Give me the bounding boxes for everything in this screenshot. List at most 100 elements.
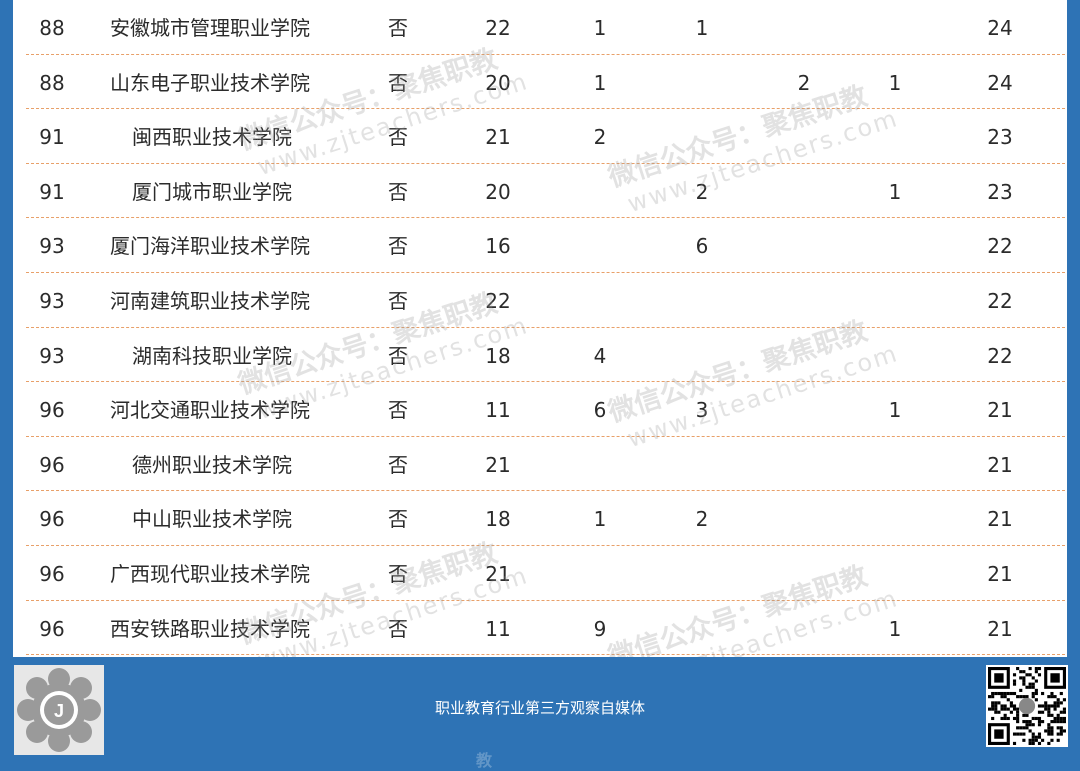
count-cell-2: 1	[593, 16, 607, 40]
rank-cell: 93	[39, 289, 65, 313]
table-row: 88 安徽城市管理职业学院 否 22 1 1 24	[26, 0, 1065, 55]
table-row: 91 厦门城市职业学院 否 20 2 1 23	[26, 164, 1065, 219]
table-row: 96 德州职业技术学院 否 21 21	[26, 437, 1065, 492]
flag-cell: 否	[388, 70, 408, 95]
flag-cell: 否	[388, 234, 408, 259]
count-cell-3	[676, 273, 728, 327]
count-cell-1: 20	[485, 179, 511, 204]
count-cell-5: 1	[888, 179, 902, 204]
count-cell-3	[676, 55, 728, 109]
school-name-cell: 广西现代职业技术学院	[110, 562, 310, 586]
flag-cell: 否	[388, 616, 408, 641]
count-cell-1: 21	[485, 125, 511, 150]
count-cell-2	[574, 546, 626, 600]
count-cell-3	[676, 546, 728, 600]
total-cell: 21	[987, 616, 1013, 641]
school-name-cell: 厦门海洋职业技术学院	[110, 234, 310, 259]
school-name-cell: 中山职业技术学院	[132, 507, 292, 532]
count-cell-1: 21	[485, 452, 511, 477]
count-cell-2	[574, 218, 626, 272]
rank-cell: 96	[39, 452, 65, 477]
rank-cell: 96	[39, 562, 65, 586]
rank-cell: 93	[39, 343, 65, 368]
rank-cell: 96	[39, 398, 65, 423]
count-cell-1: 16	[485, 234, 511, 259]
rank-cell: 93	[39, 234, 65, 259]
count-cell-3: 2	[695, 179, 709, 204]
table-row: 96 西安铁路职业技术学院 否 11 9 1 21	[26, 601, 1065, 656]
flag-cell: 否	[388, 398, 408, 423]
flag-cell: 否	[388, 507, 408, 532]
count-cell-4	[778, 546, 830, 600]
count-cell-1: 11	[485, 616, 511, 641]
footer-bar: J 职业教育行业第三方观察自媒体 教	[0, 657, 1080, 770]
footer-watermark-fragment: 教	[476, 751, 493, 770]
count-cell-4	[778, 328, 830, 382]
count-cell-2: 6	[593, 398, 607, 423]
flag-cell: 否	[388, 179, 408, 204]
table-row: 96 广西现代职业技术学院 否 21 21	[26, 546, 1065, 601]
total-cell: 22	[987, 234, 1013, 259]
count-cell-5: 1	[888, 70, 902, 95]
count-cell-3	[676, 328, 728, 382]
count-cell-4	[778, 491, 830, 545]
footer-slogan: 职业教育行业第三方观察自媒体	[434, 699, 645, 717]
count-cell-2: 4	[593, 343, 607, 368]
school-name-cell: 厦门城市职业学院	[132, 179, 292, 204]
count-cell-3: 6	[695, 234, 709, 259]
rank-cell: 88	[39, 16, 65, 40]
table-row: 91 闽西职业技术学院 否 21 2 23	[26, 109, 1065, 164]
count-cell-4	[778, 601, 830, 655]
table-row: 93 厦门海洋职业技术学院 否 16 6 22	[26, 218, 1065, 273]
total-cell: 23	[987, 125, 1013, 150]
count-cell-2: 1	[593, 70, 607, 95]
rank-cell: 96	[39, 616, 65, 641]
school-name-cell: 河北交通职业技术学院	[110, 398, 310, 423]
count-cell-4	[778, 273, 830, 327]
flag-cell: 否	[388, 452, 408, 477]
school-name-cell: 德州职业技术学院	[132, 452, 292, 477]
total-cell: 21	[987, 398, 1013, 423]
total-cell: 21	[987, 562, 1013, 586]
count-cell-1: 22	[485, 16, 511, 40]
flag-cell: 否	[388, 562, 408, 586]
count-cell-3	[676, 601, 728, 655]
flag-cell: 否	[388, 343, 408, 368]
count-cell-3: 2	[695, 507, 709, 532]
flag-cell: 否	[388, 16, 408, 40]
count-cell-1: 18	[485, 343, 511, 368]
count-cell-5	[869, 546, 921, 600]
count-cell-5	[869, 328, 921, 382]
count-cell-5	[869, 218, 921, 272]
total-cell: 23	[987, 179, 1013, 204]
school-name-cell: 西安铁路职业技术学院	[110, 616, 310, 641]
total-cell: 22	[987, 289, 1013, 313]
count-cell-5	[869, 109, 921, 163]
count-cell-5	[869, 0, 921, 54]
school-name-cell: 湖南科技职业学院	[132, 343, 292, 368]
count-cell-2	[574, 437, 626, 491]
count-cell-2	[574, 273, 626, 327]
flag-cell: 否	[388, 125, 408, 150]
table-row: 96 河北交通职业技术学院 否 11 6 3 1 21	[26, 382, 1065, 437]
rank-cell: 91	[39, 179, 65, 204]
count-cell-2: 2	[593, 125, 607, 150]
qr-code-icon	[986, 665, 1068, 747]
count-cell-5: 1	[888, 398, 902, 423]
count-cell-5	[869, 491, 921, 545]
total-cell: 21	[987, 452, 1013, 477]
count-cell-4	[778, 164, 830, 218]
count-cell-5	[869, 273, 921, 327]
count-cell-3	[676, 109, 728, 163]
total-cell: 24	[987, 70, 1013, 95]
count-cell-1: 18	[485, 507, 511, 532]
school-name-cell: 闽西职业技术学院	[132, 125, 292, 150]
count-cell-2	[574, 164, 626, 218]
count-cell-2: 1	[593, 507, 607, 532]
count-cell-3: 3	[695, 398, 709, 423]
count-cell-4: 2	[797, 70, 811, 95]
count-cell-3	[676, 437, 728, 491]
count-cell-4	[778, 109, 830, 163]
total-cell: 21	[987, 507, 1013, 532]
count-cell-5	[869, 437, 921, 491]
